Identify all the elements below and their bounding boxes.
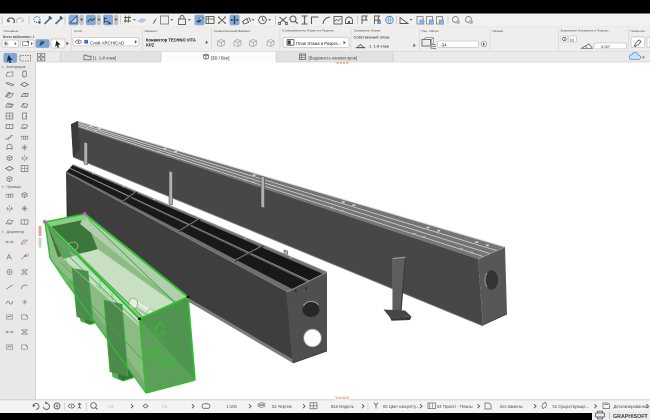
svg-text:Элемент:: Элемент:: [145, 29, 159, 33]
svg-text:Основные:: Основные:: [4, 29, 20, 33]
svg-text:01 Существующе...: 01 Существующе...: [553, 404, 589, 409]
svg-text:Детализированна...: Детализированна...: [614, 404, 650, 409]
svg-text:Отображение на Плане и в Разре: Отображение на Плане и в Разрезе:: [282, 28, 334, 32]
svg-text:Собственный Этаж:: Собственный Этаж:: [354, 34, 391, 39]
svg-text:Конструиров: Конструиров: [7, 65, 26, 69]
svg-text:Покрытие:: Покрытие:: [631, 29, 646, 33]
svg-text:1. 1-й этаж: 1. 1-й этаж: [369, 43, 389, 48]
svg-text:[Ведомость конвекторов]: [Ведомость конвекторов]: [309, 56, 358, 61]
svg-text:Размер:: Размер:: [493, 29, 505, 33]
svg-text:Нач. и Верх:: Нач. и Верх:: [422, 29, 440, 33]
svg-text:KPZ: KPZ: [146, 43, 155, 48]
svg-text:План Этажа и Разрез...: План Этажа и Разрез...: [296, 41, 341, 46]
svg-text:04 Проект - Планы: 04 Проект - Планы: [437, 404, 473, 409]
svg-text:1:100: 1:100: [227, 404, 238, 409]
svg-text:НЗ: НЗ: [162, 404, 168, 409]
svg-text:Проекции: Проекции: [7, 185, 22, 189]
svg-text:без Замены: без Замены: [500, 404, 523, 409]
svg-text:Слой:: Слой:: [74, 29, 83, 33]
svg-text:-34: -34: [441, 42, 448, 47]
svg-text:02 Чертеж: 02 Чертеж: [272, 404, 292, 409]
svg-text:Геометрический Вариант:: Геометрический Вариант:: [214, 29, 251, 33]
svg-text:A1: A1: [25, 253, 29, 257]
svg-text:00 Цвет концепту...: 00 Цвет концепту...: [383, 404, 419, 409]
svg-text:Зеркальное Отражение и Поворот: Зеркальное Отражение и Поворот:: [561, 28, 610, 32]
svg-text:Связанные Этажи:: Связанные Этажи:: [354, 28, 381, 32]
svg-text:[x]: [x]: [570, 38, 574, 42]
svg-text:Документир: Документир: [7, 230, 25, 234]
svg-text:Всего выбранных: 1: Всего выбранных: 1: [3, 35, 35, 39]
svg-text:Вся Модель: Вся Модель: [331, 404, 354, 409]
svg-text:[1. 1-й этаж]: [1. 1-й этаж]: [93, 56, 116, 61]
svg-text:0,00°: 0,00°: [601, 44, 611, 49]
svg-text:Слой ARCHICAD: Слой ARCHICAD: [90, 41, 124, 46]
svg-text:НЗ: НЗ: [108, 404, 114, 409]
svg-text:[3D / Все]: [3D / Все]: [211, 56, 229, 61]
